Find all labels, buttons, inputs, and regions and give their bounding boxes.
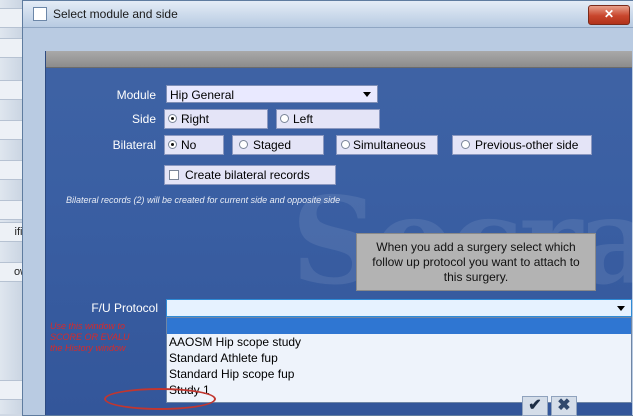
- radio-icon[interactable]: [280, 114, 289, 123]
- fu-protocol-select[interactable]: [166, 299, 632, 317]
- module-select-value: Hip General: [170, 88, 235, 102]
- bilateral-note: Bilateral records (2) will be created fo…: [66, 195, 341, 205]
- dropdown-option-standard-athlete-fup[interactable]: Standard Athlete fup: [167, 350, 631, 366]
- create-bilateral-label: Create bilateral records: [185, 168, 310, 182]
- module-label: Module: [116, 88, 156, 102]
- bilateral-label: Bilateral: [112, 138, 156, 152]
- side-label: Side: [131, 112, 156, 126]
- bilateral-option-label: Simultaneous: [353, 138, 426, 152]
- chevron-down-icon: [617, 306, 625, 311]
- bilateral-option-label: Staged: [253, 138, 292, 152]
- radio-selected-icon[interactable]: [168, 114, 177, 123]
- close-button[interactable]: ✕: [588, 5, 630, 25]
- bilateral-option-label: Previous-other side: [475, 138, 579, 152]
- dropdown-option-standard-hip-scope-fup[interactable]: Standard Hip scope fup: [167, 366, 631, 382]
- select-module-dialog: Select module and side ✕ Socra Module Hi…: [22, 0, 633, 416]
- chevron-down-icon: [363, 92, 371, 97]
- radio-icon[interactable]: [461, 140, 470, 149]
- history-hint-line: SCORE OR EVALU: [50, 332, 130, 342]
- side-option-label: Right: [181, 112, 210, 126]
- bilateral-option-no[interactable]: No: [164, 135, 224, 155]
- dropdown-option-aaosm-hip-scope-study[interactable]: AAOSM Hip scope study: [167, 334, 631, 350]
- fu-protocol-label: F/U Protocol: [91, 301, 158, 315]
- bilateral-option-simultaneous[interactable]: Simultaneous: [336, 135, 438, 155]
- create-bilateral-records-checkbox[interactable]: Create bilateral records: [164, 165, 336, 185]
- dialog-titlebar[interactable]: Select module and side ✕: [23, 1, 633, 28]
- info-message: When you add a surgery select which foll…: [356, 233, 596, 291]
- side-option-right[interactable]: Right: [164, 109, 268, 129]
- radio-icon[interactable]: [341, 140, 350, 149]
- cancel-button[interactable]: ✖: [551, 396, 577, 416]
- bilateral-option-label: No: [181, 138, 197, 152]
- bilateral-option-previous-other-side[interactable]: Previous-other side: [452, 135, 592, 155]
- radio-icon[interactable]: [239, 140, 248, 149]
- panel-header-bar: [46, 51, 632, 68]
- dropdown-option-blank[interactable]: [167, 318, 631, 334]
- window-icon: [33, 7, 47, 21]
- side-option-label: Left: [293, 112, 314, 126]
- bilateral-option-staged[interactable]: Staged: [232, 135, 324, 155]
- side-option-left[interactable]: Left: [276, 109, 380, 129]
- form-panel: Socra Module Hip General Side Right Left…: [45, 51, 633, 415]
- fu-protocol-dropdown-list[interactable]: AAOSM Hip scope study Standard Athlete f…: [166, 317, 632, 403]
- dialog-title: Select module and side: [53, 7, 178, 21]
- module-select[interactable]: Hip General: [166, 85, 378, 103]
- checkbox-icon[interactable]: [169, 170, 179, 180]
- history-hint: Use this window to SCORE OR EVALU the Hi…: [50, 321, 130, 354]
- history-hint-line: Use this window to: [50, 321, 126, 331]
- radio-selected-icon[interactable]: [168, 140, 177, 149]
- history-hint-line: the History window: [50, 343, 126, 353]
- ok-button[interactable]: ✔: [522, 396, 548, 416]
